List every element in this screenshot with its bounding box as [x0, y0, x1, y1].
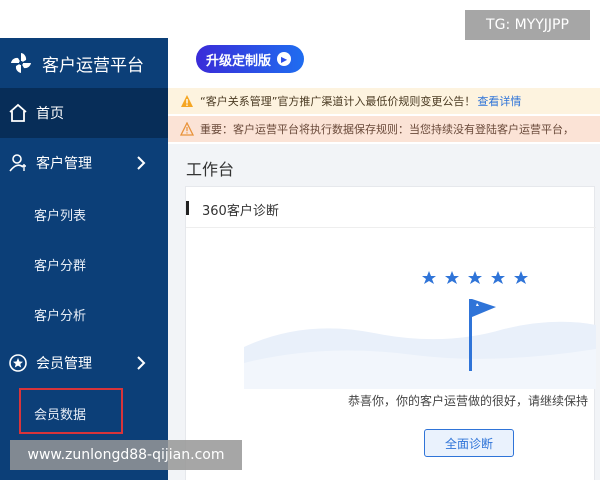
page-title: 工作台 — [186, 160, 235, 179]
notice-banner: “客户关系管理”官方推广渠道计入最低价规则变更公告！ 查看详情 — [168, 88, 600, 114]
watermark-top: TG: MYYJJPP — [465, 10, 590, 40]
app-title: 客户运营平台 — [42, 55, 144, 76]
play-icon: ▶ — [277, 52, 292, 66]
upgrade-button-label: 升级定制版 — [206, 53, 272, 69]
user-icon — [8, 153, 28, 173]
upgrade-button[interactable]: 升级定制版 ▶ — [196, 45, 304, 73]
divider — [186, 227, 596, 228]
sidebar-group-customer-management[interactable]: 客户管理 — [0, 138, 168, 188]
flag-hills-illustration — [244, 271, 596, 389]
sidebar-group-member-management[interactable]: 会员管理 — [0, 338, 168, 388]
highlight-box — [19, 388, 123, 434]
brand[interactable]: 客户运营平台 — [0, 38, 168, 88]
sidebar-group-label: 客户管理 — [36, 156, 92, 172]
pinwheel-logo-icon — [8, 50, 34, 76]
full-diagnosis-button[interactable]: 全面诊断 — [424, 429, 514, 457]
sidebar-item-customer-analysis[interactable]: 客户分析 — [34, 305, 86, 324]
sidebar: 首页 客户管理 客户列表 客户分群 客户分析 会员管理 会员数据 — [0, 88, 168, 480]
star-badge-icon — [8, 353, 28, 373]
sidebar-group-label: 会员管理 — [36, 356, 92, 372]
diagnosis-card: 360客户诊断 恭喜你，你的客户运营做的很好，请继续保持 全面诊断 — [185, 186, 596, 480]
star-icon — [422, 271, 528, 284]
workspace: 工作台 360客户诊断 恭喜你，你的客户运营做的很好，请继续保持 全面诊断 — [168, 144, 600, 480]
sidebar-item-home[interactable]: 首页 — [0, 88, 168, 138]
notice-text: “客户关系管理”官方推广渠道计入最低价规则变更公告！ — [200, 95, 476, 108]
warning-icon — [180, 94, 194, 108]
home-icon — [8, 103, 28, 123]
chevron-right-icon — [132, 154, 150, 172]
warning-icon — [179, 121, 195, 136]
chevron-right-icon — [132, 354, 150, 372]
notice-text: 重要：客户运营平台将执行数据保存规则：当您持续没有登陆客户运营平台， — [200, 123, 574, 136]
card-title: 360客户诊断 — [202, 204, 279, 219]
sidebar-item-customer-segments[interactable]: 客户分群 — [34, 255, 86, 274]
diagnosis-message: 恭喜你，你的客户运营做的很好，请继续保持 — [348, 394, 589, 408]
sidebar-item-customer-list[interactable]: 客户列表 — [34, 205, 86, 224]
view-details-link[interactable]: 查看详情 — [477, 93, 521, 109]
sidebar-item-label: 首页 — [36, 106, 64, 122]
watermark-bottom: www.zunlongd88-qijian.com — [10, 440, 242, 470]
card-title-marker — [186, 201, 189, 215]
notice-banner: 重要：客户运营平台将执行数据保存规则：当您持续没有登陆客户运营平台， — [168, 116, 600, 142]
